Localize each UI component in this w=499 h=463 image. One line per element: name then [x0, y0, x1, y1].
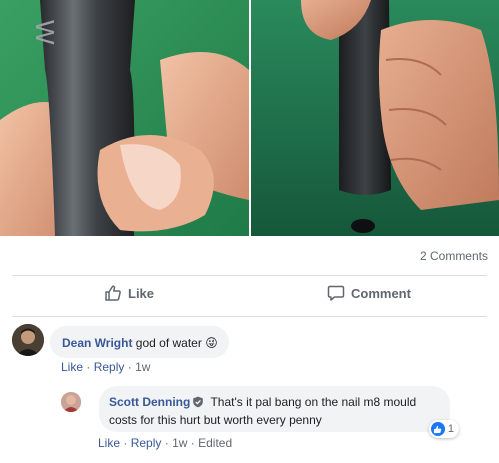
divider	[12, 275, 487, 276]
reaction-count: 1	[447, 423, 454, 435]
comment-reply-link[interactable]: Reply	[131, 436, 162, 450]
reaction-summary[interactable]: 1	[428, 420, 459, 438]
separator: ·	[190, 436, 195, 450]
comment-button[interactable]: Comment	[327, 284, 411, 302]
reply-comment: Scott Denning That's it pal bang on the …	[61, 386, 459, 438]
post-photo-left[interactable]: W	[0, 0, 249, 236]
top-fan-badge-icon	[192, 396, 204, 412]
post-photos: W	[0, 0, 499, 236]
like-button-label: Like	[128, 285, 155, 301]
comment-button-label: Comment	[351, 285, 411, 301]
comment: Dean Wright god of water 😜	[12, 324, 229, 358]
comment-text: god of water	[135, 336, 202, 350]
comment-like-link[interactable]: Like	[61, 360, 83, 374]
comment-author[interactable]: Scott Denning	[109, 395, 190, 409]
edited-label[interactable]: Edited	[198, 436, 232, 450]
comment-timestamp[interactable]: 1w	[135, 360, 150, 374]
divider	[12, 316, 487, 317]
like-button[interactable]: Like	[104, 284, 154, 302]
comment-meta: Like · Reply · 1w	[61, 360, 150, 374]
comment-timestamp[interactable]: 1w	[172, 436, 187, 450]
comment-bubble: Scott Denning That's it pal bang on the …	[99, 386, 459, 438]
separator: ·	[123, 436, 128, 450]
comment-like-link[interactable]: Like	[98, 436, 120, 450]
winking-tongue-emoji: 😜	[205, 336, 218, 350]
avatar[interactable]	[12, 324, 44, 356]
comments-count[interactable]: 2 Comments	[420, 249, 488, 263]
comment-reply-link[interactable]: Reply	[94, 360, 125, 374]
like-reaction-icon	[430, 422, 445, 436]
avatar[interactable]	[61, 392, 81, 412]
comment-meta: Like · Reply · 1w · Edited	[98, 436, 232, 450]
separator: ·	[164, 436, 169, 450]
svg-text:W: W	[30, 20, 60, 45]
comment-bubble-icon	[327, 284, 345, 302]
separator: ·	[86, 360, 91, 374]
comment-author[interactable]: Dean Wright	[62, 336, 132, 350]
comment-bubble: Dean Wright god of water 😜	[50, 326, 229, 358]
post-photo-right[interactable]	[251, 0, 499, 236]
photo-right-image	[251, 0, 499, 236]
thumbs-up-icon	[104, 284, 122, 302]
photo-left-image: W	[0, 0, 249, 236]
separator: ·	[127, 360, 132, 374]
